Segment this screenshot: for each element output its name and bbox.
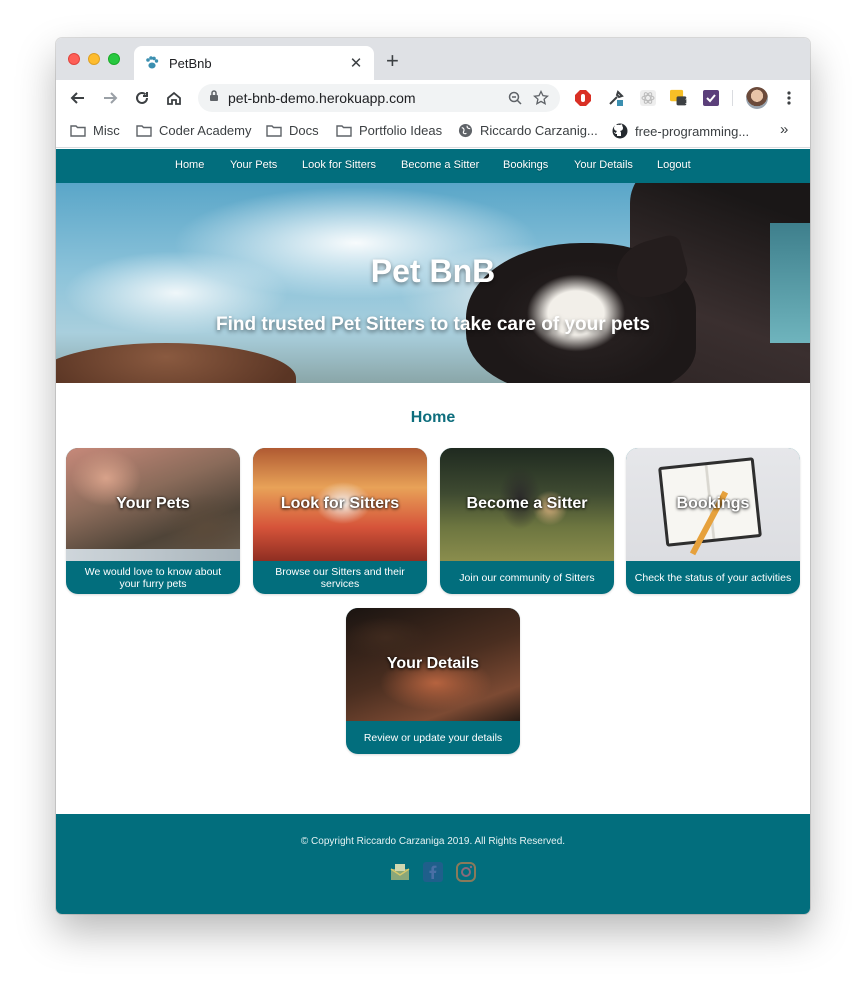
home-button[interactable] <box>160 84 188 112</box>
eyedropper-extension-icon[interactable] <box>607 89 625 107</box>
folder-icon <box>336 125 352 137</box>
extension-badge: 1 <box>684 97 690 106</box>
back-button[interactable] <box>64 84 92 112</box>
tab-close-icon[interactable]: ✕ <box>348 54 364 72</box>
card-caption: Browse our Sitters and their services <box>275 565 405 590</box>
browser-tab[interactable]: PetBnb ✕ <box>134 46 374 80</box>
bookmark-label: Coder Academy <box>159 123 252 138</box>
card-look-for-sitters[interactable]: Look for Sitters Browse our Sitters and … <box>253 448 427 594</box>
address-bar[interactable]: pet-bnb-demo.herokuapp.com <box>198 84 560 112</box>
hero-title: Pet BnB <box>370 253 496 289</box>
card-title: Your Details <box>386 655 480 672</box>
react-extension-icon[interactable] <box>639 89 657 107</box>
url-text: pet-bnb-demo.herokuapp.com <box>228 90 416 106</box>
maximize-window-button[interactable] <box>108 53 120 65</box>
instagram-icon[interactable] <box>455 861 477 883</box>
card-caption: Review or update your details <box>363 731 503 744</box>
bookmark-label: Riccardo Carzanig... <box>480 123 598 138</box>
mail-icon[interactable] <box>389 861 411 883</box>
bookmark-docs[interactable]: Docs <box>266 123 319 138</box>
card-caption: We would love to know about your furry p… <box>84 565 222 590</box>
page-title: Home <box>410 409 456 426</box>
facebook-icon[interactable] <box>422 861 444 883</box>
new-tab-button[interactable]: + <box>386 50 399 72</box>
bookmark-misc[interactable]: Misc <box>70 123 120 138</box>
nav-bookings[interactable]: Bookings <box>503 159 548 171</box>
browser-toolbar: pet-bnb-demo.herokuapp.com 1 <box>56 80 810 116</box>
folder-icon <box>136 125 152 137</box>
star-icon[interactable] <box>528 85 554 111</box>
card-bookings[interactable]: Bookings Check the status of your activi… <box>626 448 800 594</box>
bookmarks-overflow-button[interactable]: » <box>780 121 788 138</box>
notes-extension-icon[interactable]: 1 <box>670 89 689 107</box>
tasks-extension-icon[interactable] <box>702 89 720 107</box>
card-title: Look for Sitters <box>280 495 400 512</box>
browser-window: PetBnb ✕ + pet-bnb-demo.herokuapp.com 1 … <box>56 38 810 914</box>
toolbar-divider <box>732 90 733 106</box>
bookmarks-bar: Misc Coder Academy Docs Portfolio Ideas … <box>56 116 810 148</box>
nav-logout[interactable]: Logout <box>657 159 691 171</box>
site-nav: Home Your Pets Look for Sitters Become a… <box>56 149 810 183</box>
bookmark-coder-academy[interactable]: Coder Academy <box>136 123 252 138</box>
bookmark-portfolio-ideas[interactable]: Portfolio Ideas <box>336 123 442 138</box>
card-your-pets[interactable]: Your Pets We would love to know about yo… <box>66 448 240 594</box>
adblock-extension-icon[interactable] <box>574 89 592 107</box>
more-menu-icon[interactable] <box>780 89 798 107</box>
copyright-text: © Copyright Riccardo Carzaniga 2019. All… <box>300 836 566 847</box>
bookmark-riccardo[interactable]: Riccardo Carzanig... <box>458 123 598 138</box>
paw-icon <box>144 55 160 71</box>
forward-button[interactable] <box>96 84 124 112</box>
nav-become-a-sitter[interactable]: Become a Sitter <box>401 159 479 171</box>
card-your-details[interactable]: Your Details Review or update your detai… <box>346 608 520 754</box>
minimize-window-button[interactable] <box>88 53 100 65</box>
site-footer: © Copyright Riccardo Carzaniga 2019. All… <box>56 814 810 914</box>
close-window-button[interactable] <box>68 53 80 65</box>
nav-your-pets[interactable]: Your Pets <box>230 159 277 171</box>
folder-icon <box>70 125 86 137</box>
hero-banner: Pet BnB Find trusted Pet Sitters to take… <box>56 183 810 383</box>
lock-icon <box>208 89 220 107</box>
zoom-out-icon[interactable] <box>502 85 528 111</box>
folder-icon <box>266 125 282 137</box>
card-title: Your Pets <box>116 495 190 512</box>
tab-strip: PetBnb ✕ + <box>56 38 810 80</box>
bookmark-label: free-programming... <box>635 123 750 139</box>
github-icon <box>612 123 628 139</box>
bookmark-label: Misc <box>93 123 120 138</box>
bookmark-free-programming[interactable]: free-programming... <box>612 123 749 139</box>
globe-icon <box>458 123 473 138</box>
profile-avatar[interactable] <box>746 87 768 109</box>
card-become-a-sitter[interactable]: Become a Sitter Join our community of Si… <box>440 448 614 594</box>
card-title: Bookings <box>676 495 750 512</box>
bookmark-label: Docs <box>289 123 319 138</box>
bookmark-label: Portfolio Ideas <box>359 123 443 138</box>
card-caption: Check the status of your activities <box>634 571 792 584</box>
nav-look-for-sitters[interactable]: Look for Sitters <box>302 159 376 171</box>
card-title: Become a Sitter <box>466 495 588 512</box>
nav-home[interactable]: Home <box>175 159 204 171</box>
reload-button[interactable] <box>128 84 156 112</box>
hero-subtitle: Find trusted Pet Sitters to take care of… <box>216 314 650 335</box>
nav-your-details[interactable]: Your Details <box>574 159 633 171</box>
card-caption: Join our community of Sitters <box>459 571 595 584</box>
tab-title: PetBnb <box>169 55 212 71</box>
